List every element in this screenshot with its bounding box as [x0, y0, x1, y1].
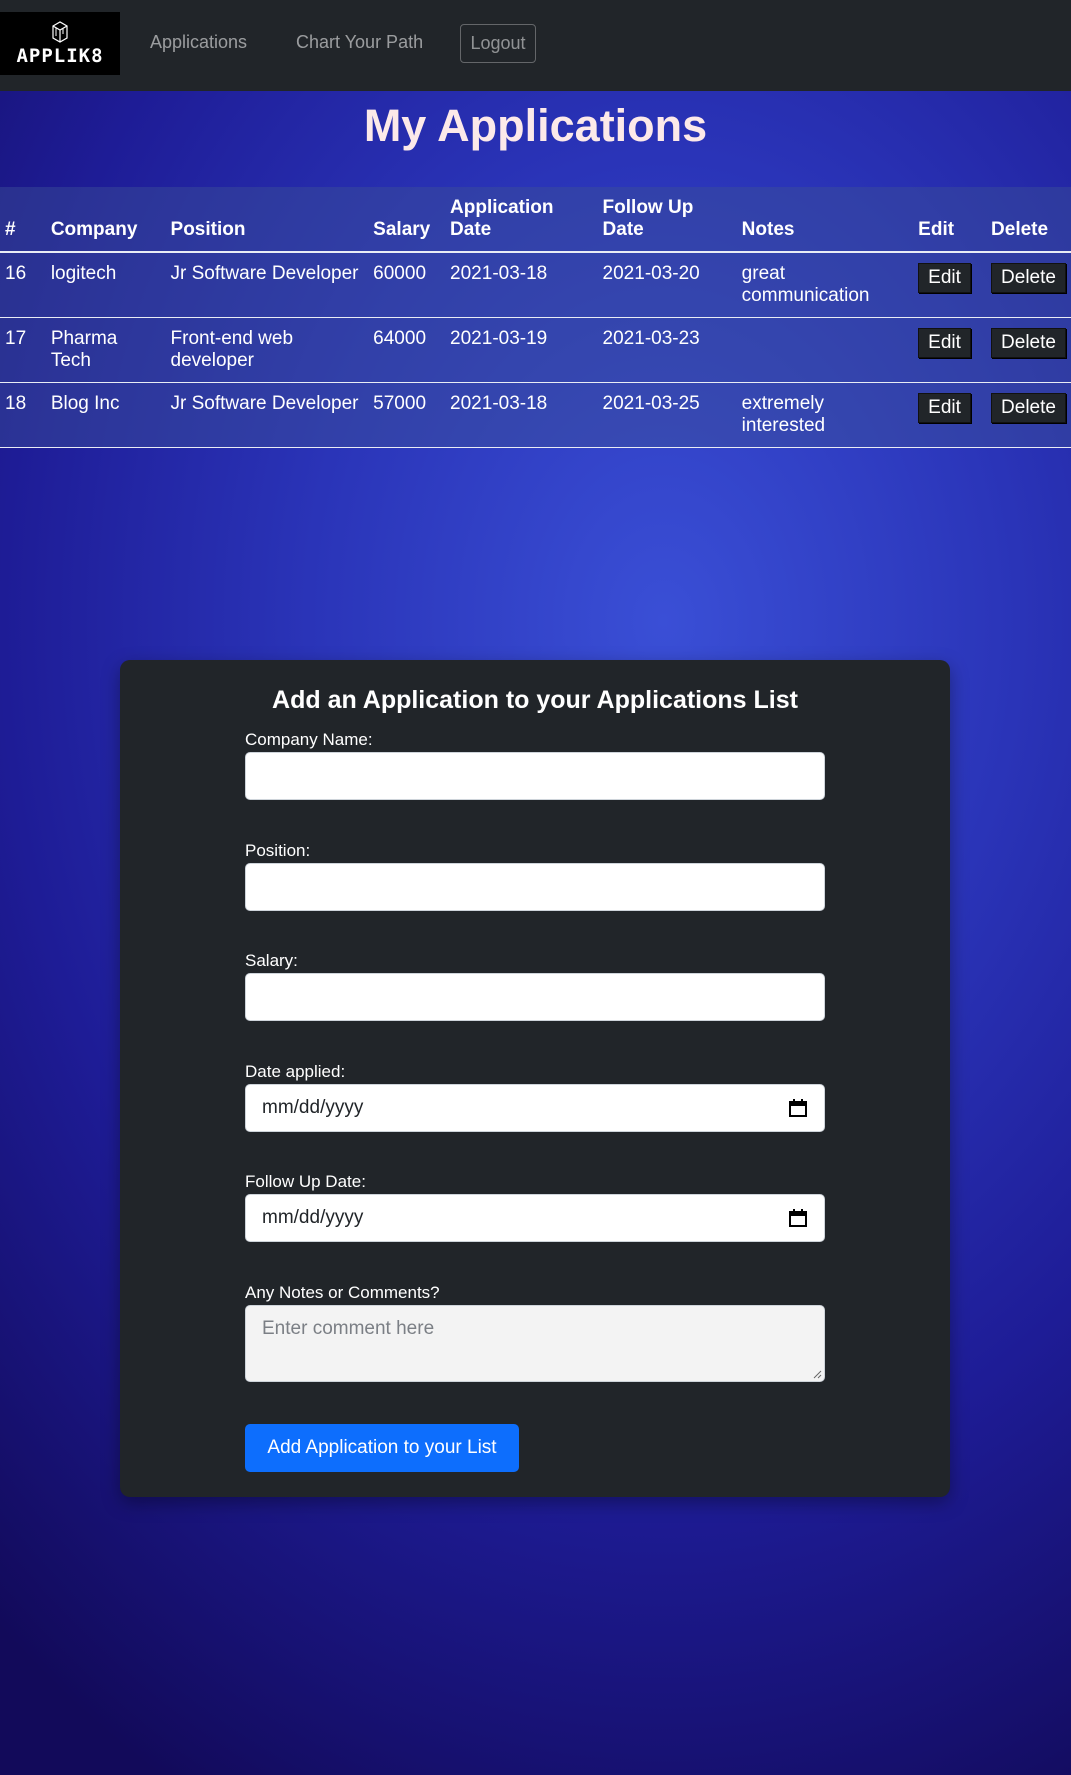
cell-delete: Delete — [986, 252, 1071, 318]
header-notes: Notes — [736, 187, 914, 253]
brand-logo[interactable]: APPLIK8 — [0, 12, 120, 75]
logout-button[interactable]: Logout — [460, 24, 536, 63]
cell-application-date: 2021-03-18 — [445, 382, 598, 448]
delete-button[interactable]: Delete — [991, 263, 1066, 293]
add-application-form: Add an Application to your Applications … — [120, 660, 950, 1497]
logo-text: APPLIK8 — [16, 45, 104, 67]
cell-follow-up-date: 2021-03-20 — [597, 252, 737, 318]
notes-textarea[interactable]: Enter comment here — [245, 1305, 825, 1382]
salary-label: Salary: — [245, 951, 298, 970]
edit-button[interactable]: Edit — [918, 393, 971, 423]
calendar-icon[interactable] — [788, 1208, 808, 1228]
cell-id: 17 — [0, 317, 46, 383]
form-title: Add an Application to your Applications … — [272, 686, 798, 714]
cell-position: Jr Software Developer — [165, 252, 369, 318]
edit-button[interactable]: Edit — [918, 328, 971, 358]
follow-up-date-placeholder: mm/dd/yyyy — [262, 1207, 364, 1228]
table-header-row: # Company Position Salary Application Da… — [0, 187, 1071, 253]
position-label: Position: — [245, 841, 311, 860]
cell-id: 18 — [0, 382, 46, 448]
cell-company: Blog Inc — [45, 382, 166, 448]
cell-company: logitech — [45, 252, 166, 318]
follow-up-date-input[interactable]: mm/dd/yyyy — [245, 1194, 825, 1242]
cell-edit: Edit — [913, 317, 987, 383]
cell-edit: Edit — [913, 382, 987, 448]
notes-placeholder: Enter comment here — [262, 1318, 435, 1339]
cell-edit: Edit — [913, 252, 987, 318]
table-row: 18 Blog Inc Jr Software Developer 57000 … — [0, 382, 1071, 448]
header-delete: Delete — [986, 187, 1071, 253]
cell-position: Front-end web developer — [165, 317, 369, 383]
notes-label: Any Notes or Comments? — [245, 1283, 440, 1302]
cube-icon — [52, 21, 68, 43]
table-row: 17 Pharma Tech Front-end web developer 6… — [0, 317, 1071, 383]
date-applied-placeholder: mm/dd/yyyy — [262, 1097, 364, 1118]
nav-chart-your-path-link[interactable]: Chart Your Path — [296, 32, 423, 53]
header-edit: Edit — [913, 187, 987, 253]
header-follow-up-date: Follow Up Date — [597, 187, 737, 253]
cell-delete: Delete — [986, 317, 1071, 383]
cell-company: Pharma Tech — [45, 317, 166, 383]
cell-notes: extremely interested — [736, 382, 914, 448]
applications-table: # Company Position Salary Application Da… — [0, 187, 1071, 448]
edit-button[interactable]: Edit — [918, 263, 971, 293]
cell-follow-up-date: 2021-03-23 — [597, 317, 737, 383]
resize-handle-icon[interactable] — [812, 1369, 822, 1379]
cell-application-date: 2021-03-19 — [445, 317, 598, 383]
salary-input[interactable] — [245, 973, 825, 1021]
cell-salary: 64000 — [368, 317, 446, 383]
header-salary: Salary — [368, 187, 446, 253]
calendar-icon[interactable] — [788, 1098, 808, 1118]
date-applied-label: Date applied: — [245, 1062, 346, 1081]
add-application-button[interactable]: Add Application to your List — [245, 1424, 519, 1472]
header-application-date: Application Date — [445, 187, 598, 253]
date-applied-input[interactable]: mm/dd/yyyy — [245, 1084, 825, 1132]
cell-notes — [736, 317, 914, 383]
nav-applications-link[interactable]: Applications — [150, 32, 247, 53]
cell-delete: Delete — [986, 382, 1071, 448]
cell-follow-up-date: 2021-03-25 — [597, 382, 737, 448]
page-title: My Applications — [363, 100, 708, 151]
position-input[interactable] — [245, 863, 825, 911]
header-number: # — [0, 187, 46, 253]
follow-up-date-label: Follow Up Date: — [245, 1172, 366, 1191]
header-company: Company — [45, 187, 166, 253]
company-name-label: Company Name: — [245, 730, 373, 749]
cell-notes: great communication — [736, 252, 914, 318]
cell-salary: 60000 — [368, 252, 446, 318]
cell-salary: 57000 — [368, 382, 446, 448]
cell-application-date: 2021-03-18 — [445, 252, 598, 318]
cell-position: Jr Software Developer — [165, 382, 369, 448]
navbar: APPLIK8 Applications Chart Your Path Log… — [0, 0, 1071, 91]
delete-button[interactable]: Delete — [991, 328, 1066, 358]
header-position: Position — [165, 187, 369, 253]
company-name-input[interactable] — [245, 752, 825, 800]
delete-button[interactable]: Delete — [991, 393, 1066, 423]
table-row: 16 logitech Jr Software Developer 60000 … — [0, 252, 1071, 318]
cell-id: 16 — [0, 252, 46, 318]
